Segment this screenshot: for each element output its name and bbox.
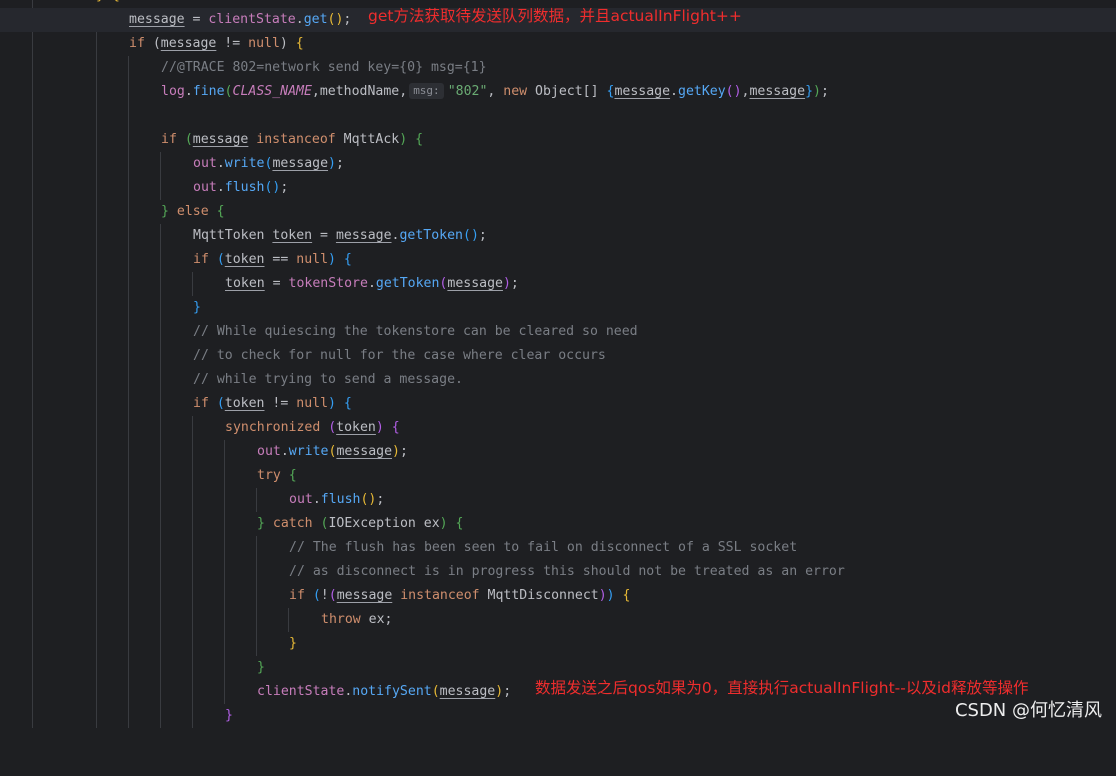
code-line-7[interactable]: out.write(message); <box>0 152 1116 176</box>
code-line-18[interactable]: synchronized (token) { <box>0 416 1116 440</box>
watermark: CSDN @何忆清风 <box>954 700 1102 721</box>
code-line-4[interactable]: log.fine(CLASS_NAME,methodName, msg: "802"… <box>0 80 1116 104</box>
code-line-22[interactable]: } catch (IOException ex) { <box>0 512 1116 536</box>
code-comment: // The flush has been seen to fail on di… <box>289 540 798 555</box>
code-comment: // as disconnect is in progress this sho… <box>289 564 845 579</box>
code-token: } { <box>96 0 120 8</box>
code-comment: //@TRACE 802=network send key={0} msg={1… <box>161 60 487 75</box>
message-variable: message <box>129 12 185 27</box>
code-text: synchronized (token) { <box>225 420 400 435</box>
code-text: MqttToken token = message.getToken(); <box>193 228 487 243</box>
code-line-11[interactable]: if (token == null) { <box>0 248 1116 272</box>
code-line-3[interactable]: //@TRACE 802=network send key={0} msg={1… <box>0 56 1116 80</box>
code-text: if (message != null) { <box>129 36 304 51</box>
code-text: clientState.notifySent(message); <box>257 684 512 699</box>
code-line-23[interactable]: // The flush has been seen to fail on di… <box>0 536 1116 560</box>
code-text: if (!(message instanceof MqttDisconnect)… <box>289 588 631 603</box>
code-line-17[interactable]: if (token != null) { <box>0 392 1116 416</box>
code-text: token = tokenStore.getToken(message); <box>225 276 519 291</box>
code-line-19[interactable]: out.write(message); <box>0 440 1116 464</box>
code-text: if (token == null) { <box>193 252 352 267</box>
code-line-27[interactable]: } <box>0 632 1116 656</box>
code-line-24[interactable]: // as disconnect is in progress this sho… <box>0 560 1116 584</box>
code-text: try { <box>257 468 297 483</box>
code-line-26[interactable]: throw ex; <box>0 608 1116 632</box>
code-text: } else { <box>161 204 225 219</box>
code-line-30[interactable]: } <box>0 704 1116 728</box>
code-line-8[interactable]: out.flush(); <box>0 176 1116 200</box>
code-line-21[interactable]: out.flush(); <box>0 488 1116 512</box>
annotation-bottom: 数据发送之后qos如果为0，直接执行actualInFlight--以及id释放… <box>535 679 1029 697</box>
code-text: if (message instanceof MqttAck) { <box>161 132 424 147</box>
code-text: message = clientState.get(); <box>129 12 352 27</box>
code-token: } <box>289 636 297 651</box>
code-comment: // while trying to send a message. <box>193 372 463 387</box>
code-text: log.fine(CLASS_NAME,methodName, msg: "802"… <box>161 83 829 99</box>
annotation-top: get方法获取待发送队列数据，并且actualInFlight++ <box>368 7 742 25</box>
code-line-2[interactable]: if (message != null) { <box>0 32 1116 56</box>
code-line-10[interactable]: MqttToken token = message.getToken(); <box>0 224 1116 248</box>
code-line-14[interactable]: // While quiescing the tokenstore can be… <box>0 320 1116 344</box>
code-comment: // While quiescing the tokenstore can be… <box>193 324 638 339</box>
code-token: } <box>225 708 233 723</box>
code-text: out.write(message); <box>257 444 408 459</box>
code-comment: // to check for null for the case where … <box>193 348 606 363</box>
code-text: if (token != null) { <box>193 396 352 411</box>
code-line-15[interactable]: // to check for null for the case where … <box>0 344 1116 368</box>
parameter-hint: msg: <box>409 83 444 99</box>
code-text: out.write(message); <box>193 156 344 171</box>
code-line-25[interactable]: if (!(message instanceof MqttDisconnect)… <box>0 584 1116 608</box>
code-line-12[interactable]: token = tokenStore.getToken(message); <box>0 272 1116 296</box>
code-text: throw ex; <box>321 612 393 627</box>
code-line-20[interactable]: try { <box>0 464 1116 488</box>
code-line-6[interactable]: if (message instanceof MqttAck) { <box>0 128 1116 152</box>
code-line-16[interactable]: // while trying to send a message. <box>0 368 1116 392</box>
code-token: } <box>257 660 265 675</box>
code-token: } <box>193 300 201 315</box>
code-text: } catch (IOException ex) { <box>257 516 464 531</box>
code-line-28[interactable]: } <box>0 656 1116 680</box>
code-line-9[interactable]: } else { <box>0 200 1116 224</box>
code-line-13[interactable]: } <box>0 296 1116 320</box>
code-text: out.flush(); <box>289 492 385 507</box>
code-text: out.flush(); <box>193 180 289 195</box>
code-editor[interactable]: } { message = clientState.get(); if (mes… <box>0 0 1116 728</box>
